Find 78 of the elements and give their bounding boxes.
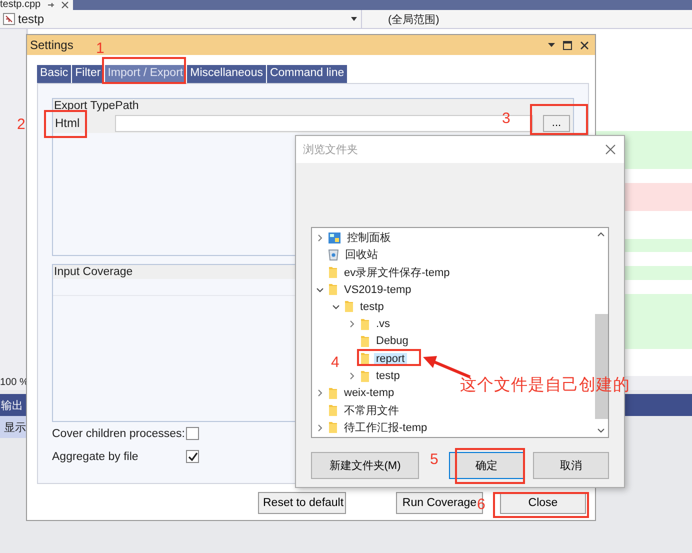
tree-item[interactable]: testp	[374, 370, 402, 382]
window-title: Settings	[30, 38, 74, 52]
close-icon[interactable]	[580, 40, 589, 50]
highlight-frame	[357, 349, 421, 366]
close-icon[interactable]	[60, 1, 69, 9]
scope-dropdown[interactable]: (全局范围)	[362, 12, 440, 26]
file-tab[interactable]: testp.cpp	[0, 0, 73, 10]
tab[interactable]: Basic	[37, 65, 72, 83]
chevron-icon[interactable]	[332, 302, 340, 311]
maximize-icon[interactable]	[563, 40, 572, 50]
annotation-note: 这个文件是自己创建的	[460, 375, 630, 396]
tree-item[interactable]: VS2019-temp	[342, 284, 414, 296]
chevron-icon[interactable]	[348, 372, 356, 380]
dialog-button[interactable]: 取消	[533, 452, 609, 479]
dialog-button[interactable]: Reset to default	[258, 492, 346, 514]
folder-icon	[328, 404, 338, 418]
project-icon	[3, 13, 15, 25]
dialog-title: 浏览文件夹	[303, 142, 358, 157]
folder-icon	[328, 266, 338, 279]
folder-icon	[360, 370, 370, 383]
checkbox[interactable]	[186, 427, 199, 440]
scroll-up-icon[interactable]	[597, 232, 605, 237]
dropdown-arrow-icon	[351, 17, 357, 21]
highlight-frame	[44, 110, 87, 138]
folder-icon	[328, 386, 338, 400]
step-number: 2	[17, 117, 26, 132]
dropdown-arrow-icon[interactable]	[548, 43, 555, 47]
tree-item[interactable]: ev录屏文件保存-temp	[342, 264, 452, 280]
tree-item[interactable]: .vs	[374, 318, 392, 330]
option-label: Aggregate by file	[52, 450, 140, 462]
check-icon	[188, 452, 198, 461]
folder-icon	[344, 300, 354, 314]
tab[interactable]: Command line	[266, 65, 348, 83]
folder-icon	[328, 283, 338, 296]
dialog-button[interactable]: 新建文件夹(M)	[311, 452, 419, 479]
control-panel-icon	[328, 232, 341, 244]
chevron-icon[interactable]	[316, 424, 324, 432]
highlight-frame	[530, 104, 588, 135]
file-tab-label: testp.cpp	[0, 0, 41, 10]
folder-icon	[328, 421, 338, 434]
scroll-down-icon[interactable]	[597, 428, 605, 433]
group-header: Export TypePath	[53, 99, 573, 113]
pin-icon[interactable]	[46, 1, 55, 9]
browse-button[interactable]: ...	[543, 114, 570, 132]
export-type-label: Html	[55, 116, 81, 130]
step-number: 1	[96, 41, 104, 56]
tree-item[interactable]: weix-temp	[342, 387, 396, 400]
project-dropdown[interactable]: testp	[0, 10, 362, 28]
recycle-bin-icon	[328, 248, 339, 262]
tree-item[interactable]: 待工作汇报-temp	[342, 420, 430, 436]
option-label: Cover children processes:	[52, 428, 186, 440]
chevron-icon[interactable]	[316, 234, 324, 242]
close-icon[interactable]	[605, 144, 616, 155]
dialog-button[interactable]: Close	[500, 492, 586, 514]
chevron-icon[interactable]	[316, 286, 324, 294]
folder-icon	[360, 334, 370, 348]
tree-item[interactable]: Debug	[374, 335, 410, 348]
tree-item[interactable]: report	[374, 352, 407, 365]
tab[interactable]: Filter	[72, 65, 104, 83]
path-field[interactable]	[115, 114, 533, 132]
folder-icon	[360, 352, 370, 366]
checkbox[interactable]	[186, 450, 199, 463]
output-source-label: 显示	[4, 420, 26, 434]
tree-item[interactable]: 控制面板	[345, 230, 393, 246]
step-number: 4	[331, 355, 340, 370]
tree-item[interactable]: 回收站	[343, 247, 380, 262]
chevron-icon[interactable]	[316, 389, 324, 398]
highlight-frame	[455, 448, 525, 484]
chevron-icon[interactable]	[348, 320, 356, 328]
step-number: 3	[502, 111, 510, 126]
tree-item[interactable]: 不常用文件	[342, 403, 401, 418]
step-number: 6	[477, 497, 486, 512]
step-number: 5	[430, 452, 438, 467]
folder-icon	[360, 318, 370, 331]
dialog-button[interactable]: 确定	[449, 452, 524, 479]
tree-item[interactable]: testp	[358, 300, 386, 313]
output-title: 输出	[1, 398, 23, 412]
tab[interactable]: Miscellaneous	[187, 65, 266, 83]
